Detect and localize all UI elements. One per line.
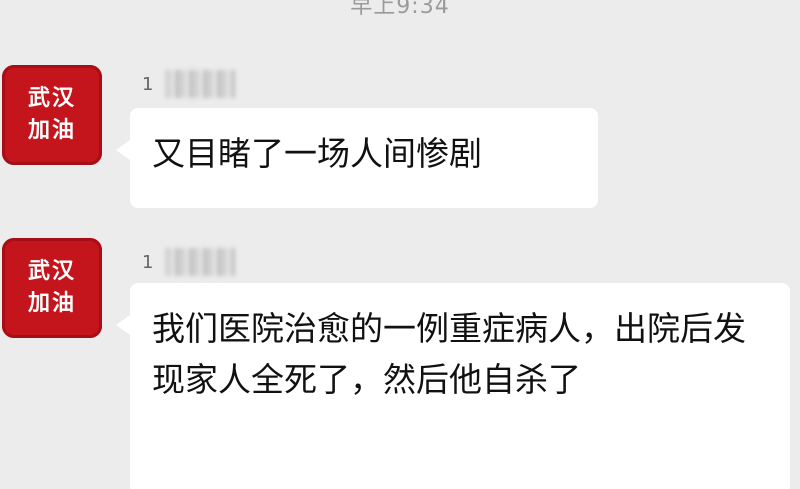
sender-name-redaction bbox=[165, 248, 236, 276]
message-text: 我们医院治愈的一例重症病人，出院后发现家人全死了，然后他自杀了 bbox=[152, 309, 746, 399]
chat-view: 早上9:34 武汉 加油 1 又目睹了一场人间惨剧 武汉 加油 1 我们医院治愈… bbox=[0, 0, 800, 489]
message-timestamp: 早上9:34 bbox=[350, 0, 450, 19]
sender-name-visible: 1 bbox=[142, 73, 154, 95]
sender-name: 1 bbox=[142, 248, 236, 276]
avatar-text-line2: 加油 bbox=[27, 118, 76, 143]
avatar-text-line2: 加油 bbox=[27, 291, 76, 316]
sender-name-redaction bbox=[165, 70, 236, 98]
message-text: 又目睹了一场人间惨剧 bbox=[152, 134, 482, 173]
sender-avatar[interactable]: 武汉 加油 bbox=[2, 238, 102, 338]
message-bubble[interactable]: 又目睹了一场人间惨剧 bbox=[116, 108, 598, 208]
message-bubble[interactable]: 我们医院治愈的一例重症病人，出院后发现家人全死了，然后他自杀了 bbox=[116, 283, 790, 489]
avatar-text-line1: 武汉 bbox=[27, 86, 76, 111]
sender-name: 1 bbox=[142, 70, 236, 98]
avatar-text-line1: 武汉 bbox=[27, 259, 76, 284]
sender-avatar[interactable]: 武汉 加油 bbox=[2, 65, 102, 165]
sender-name-visible: 1 bbox=[142, 251, 154, 273]
